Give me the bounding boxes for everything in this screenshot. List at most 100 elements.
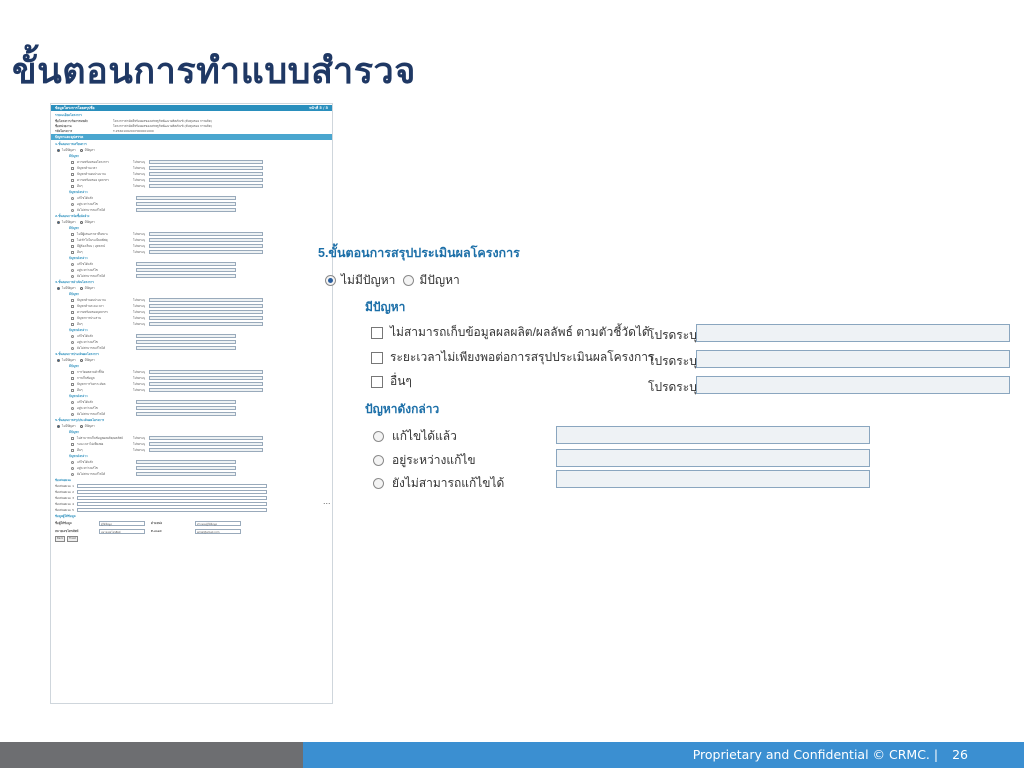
thumbnail-solve-input[interactable] xyxy=(136,340,236,344)
thumbnail-solve-input[interactable] xyxy=(136,208,236,212)
solve-radio[interactable] xyxy=(373,431,384,442)
thumbnail-specify-input[interactable] xyxy=(149,304,263,308)
thumbnail-specify-input[interactable] xyxy=(149,244,263,248)
no-problem-option[interactable]: ไม่มีปัญหา xyxy=(325,271,395,290)
thumbnail-specify-input[interactable] xyxy=(149,172,263,176)
thumbnail-specify-input[interactable] xyxy=(149,376,263,380)
thumbnail-radio[interactable] xyxy=(79,148,83,152)
thumbnail-solve-input[interactable] xyxy=(136,262,236,266)
has-problem-radio[interactable] xyxy=(403,275,415,286)
thumbnail-note-input[interactable] xyxy=(77,484,267,488)
thumbnail-specify-input[interactable] xyxy=(149,382,263,386)
problem-checkbox[interactable] xyxy=(371,326,383,339)
thumbnail-note-input[interactable] xyxy=(77,496,267,500)
thumbnail-solve-input[interactable] xyxy=(136,202,236,206)
thumbnail-contact-input[interactable]: email@email.com xyxy=(195,528,241,534)
thumbnail-finish-button[interactable]: Finish xyxy=(67,536,79,542)
thumbnail-solve-radio[interactable] xyxy=(71,196,74,200)
thumbnail-checkbox[interactable] xyxy=(71,178,74,182)
solve-option-solved[interactable]: แก้ไขได้แล้ว xyxy=(373,427,457,446)
thumbnail-solve-input[interactable] xyxy=(136,274,236,278)
thumbnail-checkbox[interactable] xyxy=(71,160,74,164)
specify-input-2[interactable] xyxy=(696,350,1010,368)
thumbnail-radio[interactable] xyxy=(57,286,60,290)
thumbnail-solve-input[interactable] xyxy=(136,346,236,350)
thumbnail-specify-input[interactable] xyxy=(149,232,263,236)
thumbnail-solve-input[interactable] xyxy=(136,400,236,404)
thumbnail-specify-input[interactable] xyxy=(149,316,263,320)
thumbnail-solve-input[interactable] xyxy=(136,334,236,338)
thumbnail-checkbox[interactable] xyxy=(71,244,74,248)
thumbnail-checkbox[interactable] xyxy=(71,184,74,188)
thumbnail-contact-input[interactable]: หมายเลขโทรศัพท์ xyxy=(99,528,145,534)
thumbnail-checkbox[interactable] xyxy=(71,304,74,308)
thumbnail-checkbox[interactable] xyxy=(71,376,74,380)
thumbnail-checkbox[interactable] xyxy=(71,310,74,314)
thumbnail-checkbox[interactable] xyxy=(71,448,74,452)
thumbnail-checkbox[interactable] xyxy=(71,316,74,320)
thumbnail-specify-input[interactable] xyxy=(149,436,263,440)
thumbnail-solve-input[interactable] xyxy=(136,466,236,470)
solve-radio[interactable] xyxy=(373,478,384,489)
solve-option-in-progress[interactable]: อยู่ระหว่างแก้ไข xyxy=(373,451,476,470)
thumbnail-solve-radio[interactable] xyxy=(71,208,74,212)
thumbnail-specify-input[interactable] xyxy=(149,448,263,452)
thumbnail-solve-radio[interactable] xyxy=(71,334,74,338)
thumbnail-solve-input[interactable] xyxy=(136,268,236,272)
solve-option-unsolved[interactable]: ยังไม่สามารถแก้ไขได้ xyxy=(373,474,504,493)
thumbnail-specify-input[interactable] xyxy=(149,166,263,170)
thumbnail-radio[interactable] xyxy=(79,424,83,428)
thumbnail-specify-input[interactable] xyxy=(149,310,263,314)
thumbnail-specify-input[interactable] xyxy=(149,160,263,164)
thumbnail-contact-input[interactable]: ตำแหน่งผู้ให้ข้อมูล xyxy=(195,520,241,526)
thumbnail-solve-radio[interactable] xyxy=(71,406,74,410)
thumbnail-radio[interactable] xyxy=(79,358,83,362)
has-problem-option[interactable]: มีปัญหา xyxy=(403,271,460,290)
thumbnail-checkbox[interactable] xyxy=(71,232,74,236)
thumbnail-checkbox[interactable] xyxy=(71,370,74,374)
thumbnail-radio[interactable] xyxy=(57,358,60,362)
thumbnail-radio[interactable] xyxy=(79,220,83,224)
solve-input-2[interactable] xyxy=(556,449,870,467)
thumbnail-checkbox[interactable] xyxy=(71,298,74,302)
thumbnail-solve-radio[interactable] xyxy=(71,412,74,416)
thumbnail-note-input[interactable] xyxy=(77,502,267,506)
thumbnail-note-input[interactable] xyxy=(77,508,267,512)
thumbnail-checkbox[interactable] xyxy=(71,250,74,254)
thumbnail-solve-radio[interactable] xyxy=(71,466,74,470)
specify-input-1[interactable] xyxy=(696,324,1010,342)
thumbnail-solve-radio[interactable] xyxy=(71,268,74,272)
thumbnail-solve-radio[interactable] xyxy=(71,340,74,344)
thumbnail-specify-input[interactable] xyxy=(149,238,263,242)
thumbnail-radio[interactable] xyxy=(57,424,60,428)
thumbnail-checkbox[interactable] xyxy=(71,166,74,170)
thumbnail-solve-radio[interactable] xyxy=(71,202,74,206)
problem-checkbox[interactable] xyxy=(371,351,383,364)
thumbnail-contact-input[interactable]: ผู้ให้ข้อมูล xyxy=(99,520,145,526)
no-problem-radio[interactable] xyxy=(325,275,336,286)
thumbnail-specify-input[interactable] xyxy=(149,442,263,446)
problem-item-data-collection[interactable]: ไม่สามารถเก็บข้อมูลผลผลิต/ผลลัพธ์ ตามตัว… xyxy=(371,323,650,342)
thumbnail-radio[interactable] xyxy=(79,286,83,290)
thumbnail-solve-input[interactable] xyxy=(136,406,236,410)
thumbnail-checkbox[interactable] xyxy=(71,238,74,242)
thumbnail-solve-input[interactable] xyxy=(136,472,236,476)
thumbnail-checkbox[interactable] xyxy=(71,322,74,326)
thumbnail-checkbox[interactable] xyxy=(71,172,74,176)
specify-input-3[interactable] xyxy=(696,376,1010,394)
thumbnail-solve-input[interactable] xyxy=(136,196,236,200)
thumbnail-specify-input[interactable] xyxy=(149,370,263,374)
thumbnail-back-button[interactable]: Back xyxy=(55,536,66,542)
problem-item-time[interactable]: ระยะเวลาไม่เพียงพอต่อการสรุปประเมินผลโคร… xyxy=(371,348,654,367)
thumbnail-specify-input[interactable] xyxy=(149,388,263,392)
problem-checkbox[interactable] xyxy=(371,375,383,388)
thumbnail-solve-radio[interactable] xyxy=(71,400,74,404)
thumbnail-solve-input[interactable] xyxy=(136,412,236,416)
thumbnail-specify-input[interactable] xyxy=(149,298,263,302)
thumbnail-solve-input[interactable] xyxy=(136,460,236,464)
thumbnail-specify-input[interactable] xyxy=(149,250,263,254)
thumbnail-solve-radio[interactable] xyxy=(71,262,74,266)
thumbnail-radio[interactable] xyxy=(57,148,60,152)
thumbnail-solve-radio[interactable] xyxy=(71,346,74,350)
problem-item-other[interactable]: อื่นๆ xyxy=(371,372,412,391)
